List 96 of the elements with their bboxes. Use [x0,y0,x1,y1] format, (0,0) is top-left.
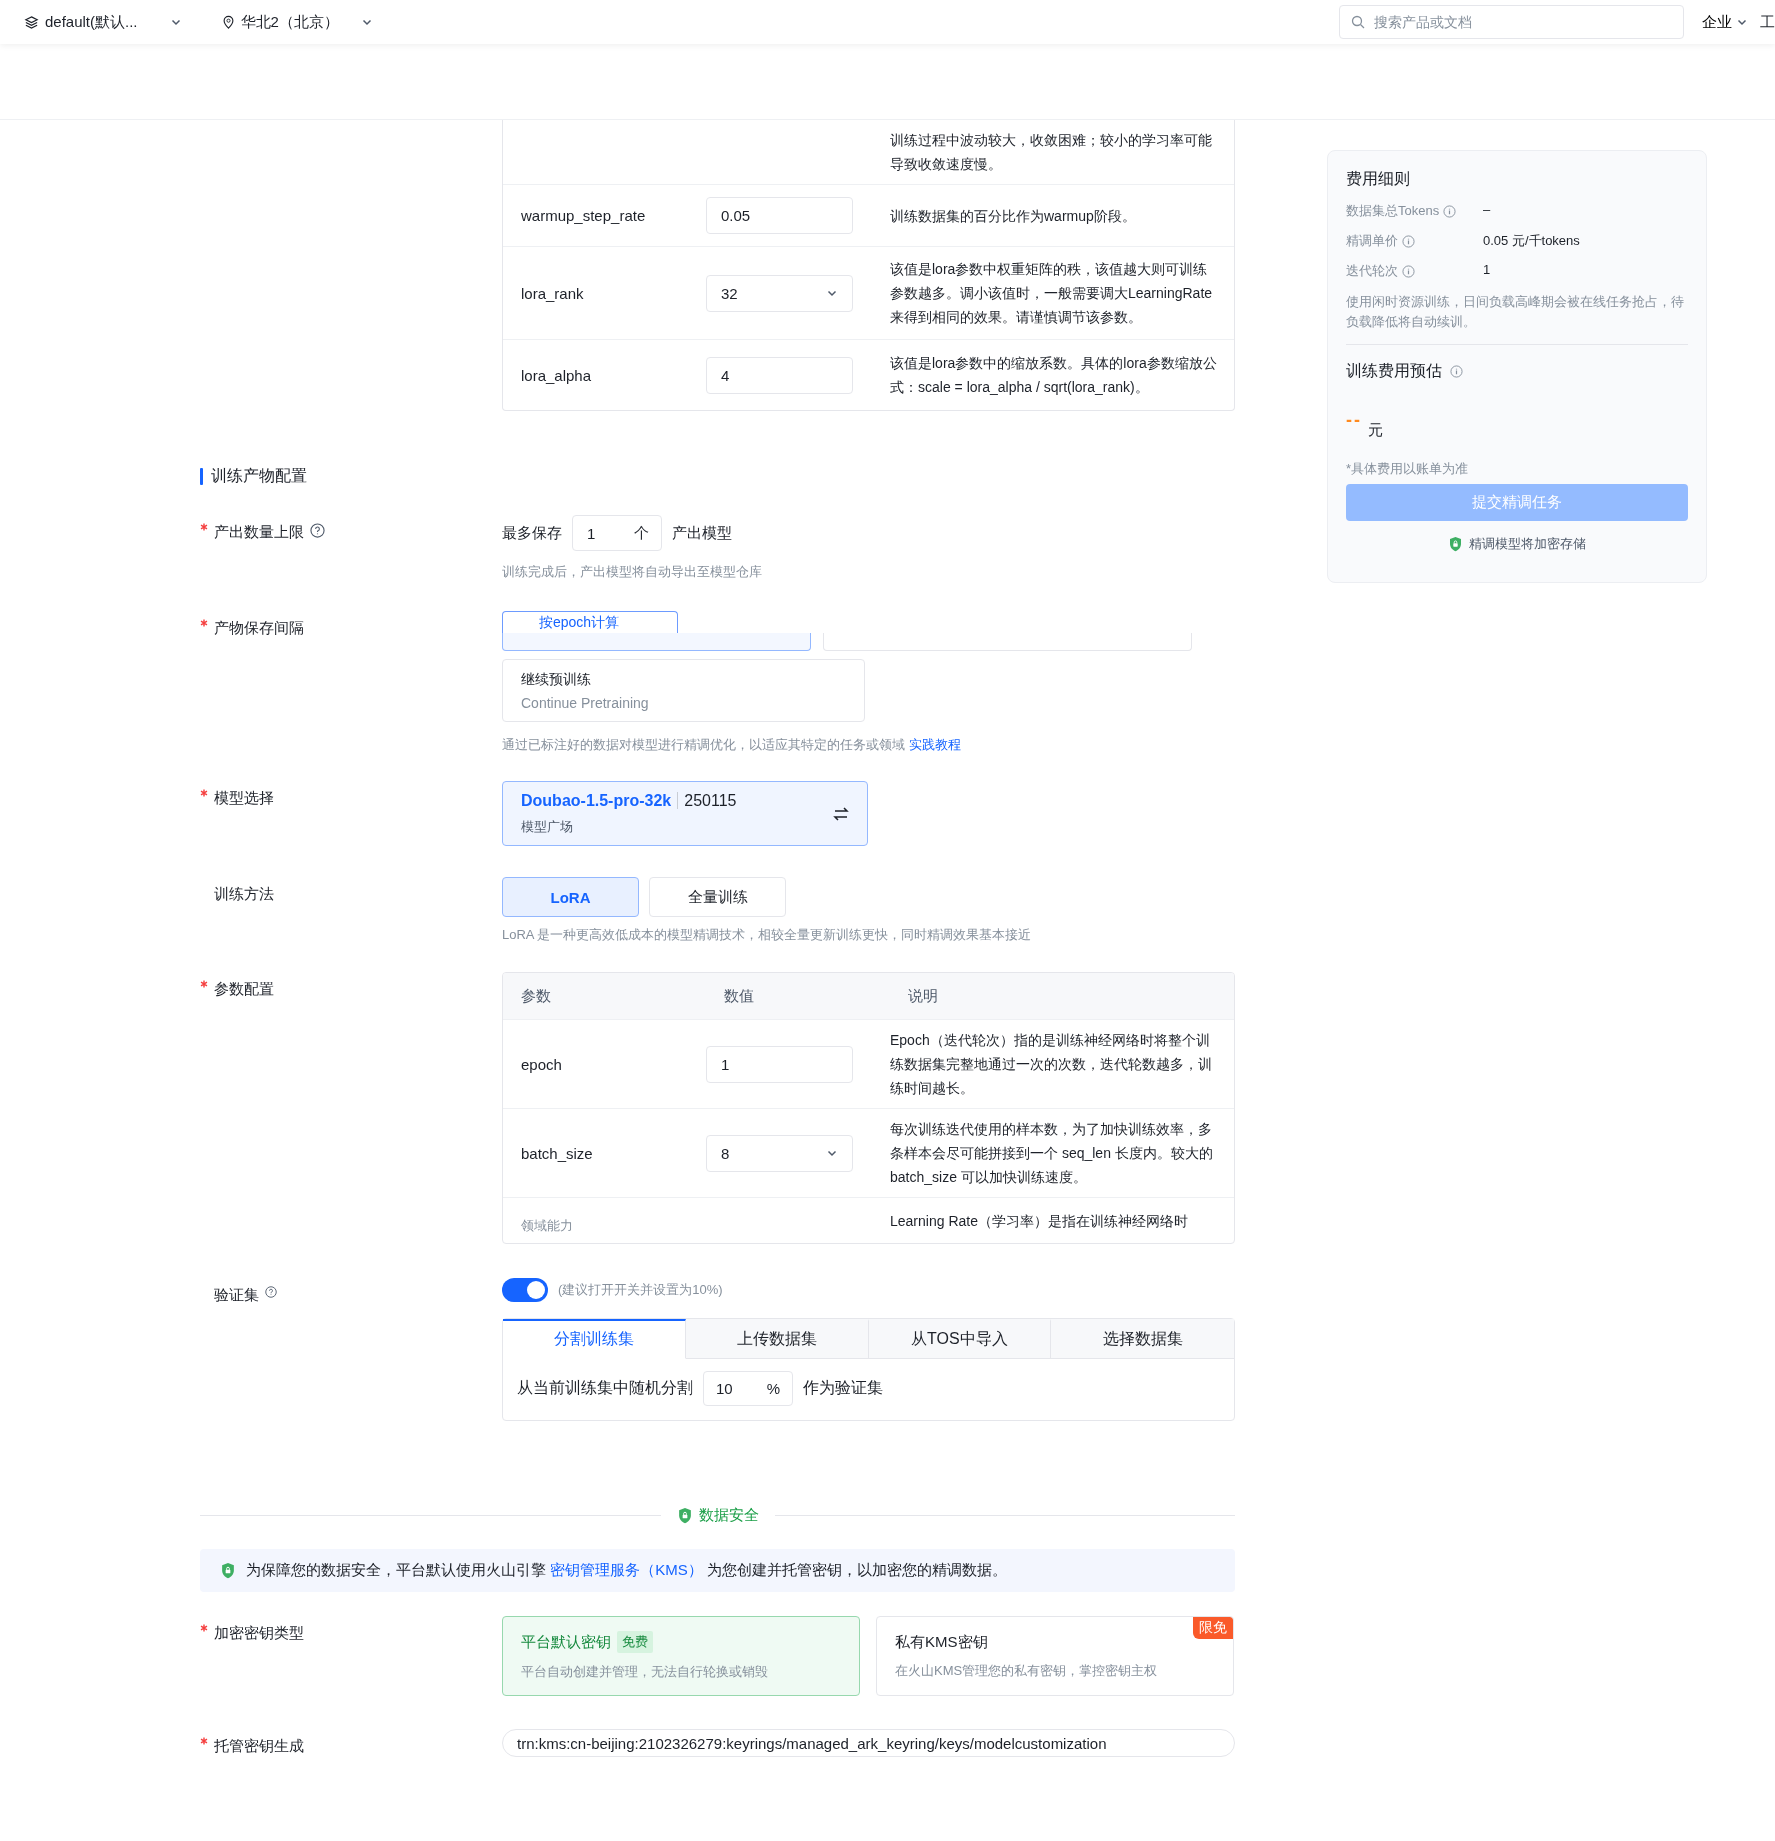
key-type-card[interactable]: 平台默认密钥 免费 平台自动创建并管理，无法自行轮换或销毁 [502,1616,860,1696]
tab[interactable]: 上传数据集 [685,1319,869,1359]
param-description: 训练过程中波动较大，收敛困难；较小的学习率可能导致收敛速度慢。 [890,131,1213,174]
param-description: 该值是lora参数中的缩放系数。具体的lora参数缩放公式：scale = lora_alpha / sqrt(lora_rank)。 [890,354,1218,397]
tab[interactable]: 分割训练集 [503,1319,686,1359]
field-label: 模型选择 [214,789,274,808]
cost-value: – [1483,202,1492,219]
field-label: 验证集 [213,1286,259,1305]
training-type-card[interactable]: 继续预训练 Continue Pretraining [502,659,865,722]
key-type-title: 私有KMS密钥 [895,1632,988,1652]
param-description: 每次训练迭代使用的样本数，为了加快训练效率，多条样本会尽可能拼接到一个 seq_len 长度内。较大的 batch_size 可以加快训练速度。 [890,1120,1214,1187]
param-name: lora_alpha [520,366,593,384]
model-name: Doubao-1.5-pro-32k [521,791,672,809]
panel-title: 训练费用预估 [1346,361,1442,381]
field-text: 作为验证集 [803,1378,883,1398]
shield-lock-icon [1448,535,1463,553]
key-type-description: 平台自动创建并管理，无法自行轮换或销毁 [521,1663,769,1681]
method-option[interactable]: 全量训练 [649,877,786,917]
tab[interactable]: 从TOS中导入 [868,1319,1052,1359]
project-selector[interactable]: default(默认... [24,12,182,32]
column-header: 参数 [520,986,552,1006]
cost-label: 精调单价 [1346,232,1398,250]
promo-ribbon: 限免 [1193,1617,1233,1639]
method-option[interactable]: LoRA [502,877,639,917]
param-name: lora_rank [520,284,585,302]
param-name: warmup_step_rate [520,207,647,224]
field-hint: LoRA 是一种更高效低成本的模型精调技术，相较全量更新训练更快，同时精调效果基本接近 [502,926,1033,944]
shield-lock-icon [220,1561,236,1580]
search-icon [1351,15,1365,29]
cost-note: 使用闲时资源训练，日间负载高峰期会被在线任务抢占，待负载降低将自动续训。 [1346,292,1688,345]
info-icon [1443,204,1457,218]
section-divider-label: 数据安全 [698,1506,759,1525]
column-header: 数值 [723,986,755,1006]
value-input[interactable]: 1 [706,1045,853,1083]
layers-icon [24,14,39,30]
field-label: 托管密钥生成 [214,1737,304,1756]
menu-item[interactable]: 工 [1760,12,1775,32]
enterprise-menu[interactable]: 企业 [1702,12,1748,32]
param-name: batch_size [520,1144,594,1162]
value-input[interactable]: 4 [706,356,853,394]
help-icon[interactable] [265,1286,277,1298]
param-name: 领域能力 [520,1217,574,1235]
info-icon [1402,234,1415,248]
param-description: Learning Rate（学习率）是指在训练神经网络时 [890,1211,1189,1231]
param-name: epoch [520,1055,563,1073]
section-title: 训练产物配置 [211,466,307,486]
free-tag: 免费 [617,1631,653,1653]
field-label: 加密密钥类型 [214,1624,304,1643]
interval-option[interactable]: 按epoch计算 [502,611,678,633]
percent-input[interactable]: 10 % [703,1371,793,1406]
cost-disclaimer: *具体费用以账单为准 [1346,460,1470,478]
encryption-note: 精调模型将加密存储 [1469,535,1586,553]
cost-label: 数据集总Tokens [1346,202,1440,220]
model-source: 模型广场 [521,817,574,836]
cost-value: 1 [1483,262,1492,279]
model-card[interactable]: Doubao-1.5-pro-32k 250115 模型广场 [502,781,868,846]
switch-hint: (建议打开开关并设置为10%) [558,1281,723,1299]
cost-estimate: -- [1346,410,1362,431]
field-hint: 训练完成后，产出模型将自动导出至模型仓库 [502,563,763,581]
currency-unit: 元 [1368,421,1383,440]
field-label: 产出数量上限 [214,523,304,542]
info-icon [1402,264,1415,278]
info-icon [1450,365,1463,378]
swap-icon[interactable] [833,806,849,821]
tutorial-link[interactable]: 实践教程 [908,737,961,752]
key-type-description: 在火山KMS管理您的私有密钥，掌控密钥主权 [895,1661,1159,1680]
field-label: 训练方法 [213,885,274,904]
key-type-title: 平台默认密钥 [521,1632,611,1652]
region-selector[interactable]: 华北2（北京） [221,12,373,32]
field-hint: 通过已标注好的数据对模型进行精调优化，以适应其特定的任务或领域 实践教程 [502,736,962,754]
key-type-card[interactable]: 私有KMS密钥 在火山KMS管理您的私有密钥，掌控密钥主权 限免 [876,1616,1234,1696]
field-text: 最多保存 [502,523,562,543]
cost-value: 0.05 元/千tokens [1483,232,1581,250]
value-select[interactable]: 8 [706,1134,853,1172]
value-input[interactable]: 0.05 [706,197,853,234]
panel-title: 费用细则 [1346,169,1411,189]
field-text: 从当前训练集中随机分割 [517,1378,693,1398]
model-version: 250115 [677,791,737,809]
column-header: 说明 [907,986,939,1006]
toggle-switch[interactable] [502,1278,548,1302]
security-notice: 为保障您的数据安全，平台默认使用火山引擎 密钥管理服务（KMS） 为您创建并托管密钥，以加密您的精调数据。 [246,1561,1007,1580]
field-label: 产物保存间隔 [214,619,304,638]
param-description: 训练数据集的百分比作为warmup阶段。 [890,206,1137,226]
count-input[interactable]: 1 个 [572,515,662,551]
location-pin-icon [221,15,235,29]
shield-lock-icon [676,1506,693,1525]
search-field[interactable]: 搜索产品或文档 [1339,5,1684,39]
field-text: 产出模型 [672,523,732,543]
kms-link[interactable]: 密钥管理服务（KMS） [550,1561,703,1578]
value-select[interactable]: 32 [706,274,853,312]
tab[interactable]: 选择数据集 [1051,1319,1234,1359]
cost-label: 迭代轮次 [1346,262,1398,280]
help-icon[interactable] [310,523,325,538]
param-description: 该值是lora参数中权重矩阵的秩，该值越大则可训练参数越多。调小该值时，一般需要调大LearningRate来得到相同的效果。请谨慎调节该参数。 [890,260,1214,327]
param-description: Epoch（迭代轮次）指的是训练神经网络时将整个训练数据集完整地通过一次的次数，迭代轮数越多，训练时间越长。 [890,1031,1213,1098]
field-label: 参数配置 [214,980,274,999]
